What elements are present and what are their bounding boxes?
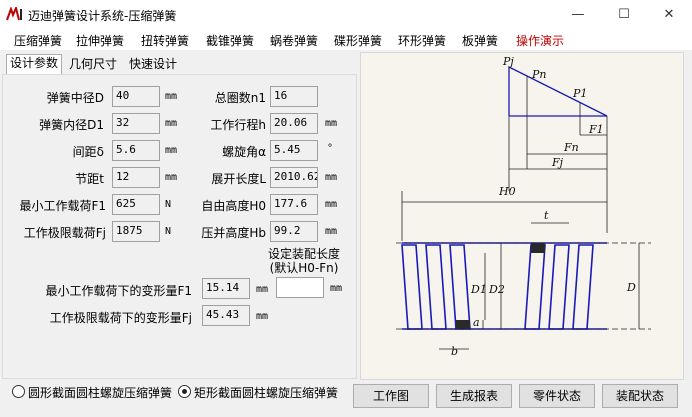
field-work-stroke[interactable]: 20.06: [270, 113, 318, 134]
label-min-load: 最小工作载荷F1: [19, 199, 106, 213]
spring-coil-left: [401, 244, 471, 330]
app-logo-icon: [6, 7, 22, 21]
label-h0: H0: [498, 185, 516, 198]
label-mean-diameter: 弹簧中径D: [46, 91, 104, 105]
field-inner-diameter[interactable]: 32: [112, 113, 160, 134]
minimize-button[interactable]: —: [555, 0, 601, 30]
window-title: 迈迪弹簧设计系统-压缩弹簧: [28, 9, 177, 23]
spring-diagram-svg: Pj Pn P1 F1 Fn Fj H0 t D1 D2 D a b: [396, 55, 651, 358]
unit-free-height: mm: [325, 199, 338, 210]
spring-diagram: Pj Pn P1 F1 Fn Fj H0 t D1 D2 D a b: [360, 52, 684, 380]
label-helix-angle: 螺旋角α: [222, 145, 266, 159]
field-free-height[interactable]: 177.6: [270, 194, 318, 215]
menu-torsion-spring[interactable]: 扭转弹簧: [141, 32, 189, 49]
label-t: t: [544, 209, 549, 222]
unit-gap: mm: [165, 145, 178, 156]
menu-conical-spring[interactable]: 截锥弹簧: [206, 32, 254, 49]
menu-demo[interactable]: 操作演示: [516, 32, 564, 49]
label-fn: Fn: [563, 141, 579, 154]
menu-compression-spring[interactable]: 压缩弹簧: [14, 32, 62, 49]
unit-work-stroke: mm: [325, 118, 338, 129]
field-limit-load-deformation[interactable]: 45.43: [202, 305, 250, 326]
label-d2: D2: [488, 283, 505, 296]
menu-tension-spring[interactable]: 拉伸弹簧: [76, 32, 124, 49]
field-gap[interactable]: 5.6: [112, 140, 160, 161]
unit-min-load-deformation: mm: [256, 284, 269, 295]
field-solid-height[interactable]: 99.2: [270, 221, 318, 242]
close-button[interactable]: ✕: [646, 0, 692, 30]
bottom-bar: 圆形截面圆柱螺旋压缩弹簧 矩形截面圆柱螺旋压缩弹簧 工作图 生成报表 零件状态 …: [0, 380, 692, 417]
label-min-load-deformation: 最小工作载荷下的变形量F1: [45, 284, 192, 298]
label-d: D: [626, 281, 636, 294]
field-min-load-deformation[interactable]: 15.14: [202, 278, 250, 299]
menu-volute-spring[interactable]: 蜗卷弹簧: [270, 32, 318, 49]
tab-geometry[interactable]: 几何尺寸: [66, 56, 120, 74]
unit-limit-load-deformation: mm: [256, 311, 269, 322]
unit-assembly-length: mm: [330, 283, 343, 294]
label-pitch: 节距t: [75, 172, 104, 186]
tab-strip: 设计参数 几何尺寸 快速设计: [0, 50, 360, 75]
label-inner-diameter: 弹簧内径D1: [39, 118, 104, 132]
menu-leaf-spring[interactable]: 板弹簧: [462, 32, 498, 49]
label-fj: Fj: [551, 156, 564, 169]
unit-mean-diameter: mm: [165, 91, 178, 102]
label-b: b: [451, 345, 458, 358]
load-hypotenuse: [508, 66, 608, 117]
work-drawing-button[interactable]: 工作图: [353, 384, 429, 408]
label-d1: D1: [470, 283, 487, 296]
field-helix-angle[interactable]: 5.45: [270, 140, 318, 161]
generate-report-button[interactable]: 生成报表: [436, 384, 512, 408]
field-min-load[interactable]: 625: [112, 194, 160, 215]
part-status-button[interactable]: 零件状态: [519, 384, 595, 408]
assembly-status-button[interactable]: 装配状态: [602, 384, 678, 408]
tab-design-params[interactable]: 设计参数: [6, 54, 63, 75]
label-work-stroke: 工作行程h: [210, 118, 266, 132]
unit-helix-angle: °: [327, 143, 334, 154]
maximize-button[interactable]: ☐: [601, 0, 647, 30]
label-limit-load-deformation: 工作极限载荷下的变形量Fj: [49, 311, 192, 325]
label-f1: F1: [588, 123, 604, 136]
label-assembly-default: (默认H0-Fn): [269, 261, 339, 275]
label-gap: 间距δ: [72, 145, 104, 159]
menu-disc-spring[interactable]: 碟形弹簧: [334, 32, 382, 49]
field-unfolded-length[interactable]: 2010.62: [270, 167, 318, 188]
label-pn: Pn: [531, 68, 547, 81]
radio-rect-section-label[interactable]: 矩形截面圆柱螺旋压缩弹簧: [194, 384, 338, 401]
unit-pitch: mm: [165, 172, 178, 183]
menu-bar: 压缩弹簧 拉伸弹簧 扭转弹簧 截锥弹簧 蜗卷弹簧 碟形弹簧 环形弹簧 板弹簧 操…: [0, 30, 692, 50]
tab-quick-design[interactable]: 快速设计: [126, 56, 180, 74]
section-hatch-bottom: [456, 320, 470, 329]
unit-min-load: N: [165, 199, 172, 210]
label-pj: Pj: [502, 55, 514, 68]
spring-coil-right: [524, 244, 594, 330]
unit-inner-diameter: mm: [165, 118, 178, 129]
label-p1: P1: [572, 87, 587, 100]
field-limit-load[interactable]: 1875: [112, 221, 160, 242]
unit-solid-height: mm: [325, 226, 338, 237]
menu-ring-spring[interactable]: 环形弹簧: [398, 32, 446, 49]
radio-rect-section[interactable]: [178, 385, 191, 398]
radio-round-section[interactable]: [12, 385, 25, 398]
section-hatch-top: [531, 243, 545, 253]
title-bar: 迈迪弹簧设计系统-压缩弹簧 — ☐ ✕: [0, 0, 692, 30]
radio-round-section-label[interactable]: 圆形截面圆柱螺旋压缩弹簧: [28, 384, 172, 401]
label-free-height: 自由高度H0: [201, 199, 266, 213]
label-a: a: [473, 316, 480, 329]
label-solid-height: 压并高度Hb: [201, 226, 266, 240]
label-unfolded-length: 展开长度L: [211, 172, 266, 186]
unit-limit-load: N: [165, 226, 172, 237]
label-limit-load: 工作极限载荷Fj: [23, 226, 106, 240]
field-total-coils[interactable]: 16: [270, 86, 318, 107]
field-mean-diameter[interactable]: 40: [112, 86, 160, 107]
unit-unfolded-length: mm: [325, 172, 338, 183]
field-pitch[interactable]: 12: [112, 167, 160, 188]
label-total-coils: 总圈数n1: [214, 91, 266, 105]
field-assembly-length[interactable]: [276, 277, 324, 298]
